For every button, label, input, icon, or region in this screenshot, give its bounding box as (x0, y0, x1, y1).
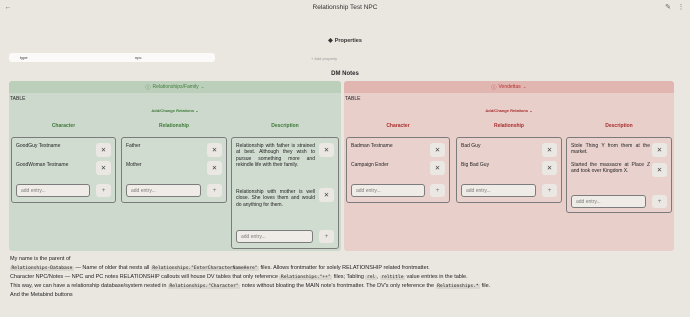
table-label: TABLE (345, 96, 361, 102)
column-header-relationship: Relationship (158, 123, 189, 129)
list-item: Big Bad Guy (461, 162, 490, 168)
add-entry-button[interactable]: + (542, 184, 557, 197)
note-line: Relationships-Database — Name of older t… (10, 265, 430, 271)
remove-entry-button[interactable]: ✕ (96, 143, 111, 157)
list-item: Stole Thing Y from them at the market. (571, 143, 650, 156)
warning-circle-icon: ⓘ (491, 84, 497, 91)
properties-heading[interactable]: ◆ Properties (0, 37, 690, 44)
vendettas-callout-header[interactable]: ⓘ Vendettas ⌄ (344, 81, 674, 93)
remove-entry-button[interactable]: ✕ (96, 161, 111, 175)
add-entry-input[interactable]: add entry... (571, 195, 646, 208)
remove-entry-button[interactable]: ✕ (207, 161, 222, 175)
add-entry-button[interactable]: + (652, 195, 667, 208)
remove-entry-button[interactable]: ✕ (430, 143, 445, 157)
more-options-icon[interactable]: ⋮ (677, 3, 685, 11)
inline-code: Relationships."++" (279, 275, 333, 280)
remove-entry-button[interactable]: ✕ (319, 188, 334, 202)
add-property-button[interactable]: + Add property (311, 56, 337, 61)
page-title: Relationship Test NPC (312, 3, 378, 11)
add-entry-input[interactable]: add entry... (16, 184, 90, 197)
list-item: Relationship with father is strained at … (236, 143, 315, 168)
list-item: Badman Testname (351, 143, 393, 149)
remove-entry-button[interactable]: ✕ (542, 143, 557, 157)
chevron-down-icon: ⌄ (200, 84, 205, 89)
table-label: TABLE (10, 96, 26, 102)
relationships-callout: ⓘ Relationships/Family ⌄ TABLE Add/Chang… (9, 81, 341, 251)
info-circle-icon: ⓘ (145, 84, 151, 91)
note-body: My name is the parent of Relationships-D… (10, 255, 685, 300)
inline-code: rel (365, 275, 377, 280)
remove-entry-button[interactable]: ✕ (207, 143, 222, 157)
add-change-relations-button[interactable]: Add/Change Relations ⌄ (9, 108, 341, 113)
list-item: Bad Guy (461, 143, 481, 149)
remove-entry-button[interactable]: ✕ (542, 161, 557, 175)
add-entry-button[interactable]: + (430, 184, 445, 197)
character-list: Badman Testname ✕ Campaign Ender ✕ add e… (346, 137, 450, 203)
list-item: Campaign Ender (351, 162, 389, 168)
back-arrow-icon[interactable]: ← (4, 3, 12, 11)
dm-notes-heading: DM Notes (331, 71, 359, 77)
add-entry-input[interactable]: add entry... (126, 184, 201, 197)
inline-code: Relationships-Database (10, 266, 74, 271)
column-header-relationship: Relationship (493, 123, 524, 129)
chevron-down-icon: ⌄ (522, 84, 527, 89)
add-entry-input[interactable]: add entry... (236, 230, 313, 243)
list-item: Mother (126, 162, 142, 168)
column-header-description: Description (271, 123, 299, 129)
add-entry-input[interactable]: add entry... (461, 184, 536, 197)
list-item: Started the massacre at Place Z and took… (571, 162, 650, 175)
list-item: Father (126, 143, 141, 149)
list-item: GoodGuy Testname (16, 143, 61, 149)
property-key[interactable]: type (20, 55, 135, 60)
description-list: Stole Thing Y from them at the market. ✕… (566, 137, 672, 213)
add-entry-button[interactable]: + (319, 230, 334, 243)
column-header-character: Character (386, 123, 410, 129)
column-header-character: Character (51, 123, 76, 129)
note-line: Character NPC/Notes — NPC and PC notes R… (10, 274, 468, 280)
inline-code: Relationships."Character" (167, 284, 241, 289)
note-line: My name is the parent of (10, 256, 71, 262)
cube-icon: ◆ (328, 38, 333, 44)
column-header-description: Description (605, 123, 633, 129)
chevron-down-icon: ⌄ (529, 108, 533, 113)
relationship-list: Father ✕ Mother ✕ add entry... + (121, 137, 227, 203)
inline-code: reltitle (379, 275, 405, 280)
title-bar: ← Relationship Test NPC ✎ ⋮ (0, 0, 690, 14)
relationship-list: Bad Guy ✕ Big Bad Guy ✕ add entry... + (456, 137, 562, 203)
note-line: And the Metabind buttons (10, 292, 73, 298)
chevron-down-icon: ⌄ (195, 108, 199, 113)
add-change-relations-button[interactable]: Add/Change Relations ⌄ (344, 108, 674, 113)
remove-entry-button[interactable]: ✕ (652, 163, 667, 177)
remove-entry-button[interactable]: ✕ (652, 143, 667, 157)
remove-entry-button[interactable]: ✕ (430, 161, 445, 175)
add-entry-button[interactable]: + (207, 184, 222, 197)
edit-pencil-icon[interactable]: ✎ (664, 3, 672, 11)
add-entry-button[interactable]: + (96, 184, 111, 197)
inline-code: Relationships.* (435, 284, 481, 289)
list-item: GoodWoman Testname (16, 162, 69, 168)
relationships-callout-header[interactable]: ⓘ Relationships/Family ⌄ (9, 81, 341, 93)
remove-entry-button[interactable]: ✕ (319, 143, 334, 157)
character-list: GoodGuy Testname ✕ GoodWoman Testname ✕ … (11, 137, 116, 203)
add-entry-input[interactable]: add entry... (351, 184, 425, 197)
note-line: This way, we can have a relationship dat… (10, 283, 491, 289)
vendettas-callout: ⓘ Vendettas ⌄ TABLE Add/Change Relations… (344, 81, 674, 251)
inline-code: Relationships."EnterCharacterNameHere" (150, 266, 260, 271)
property-row-type[interactable]: type npc (9, 53, 215, 62)
list-item: Relationship with mother is well close. … (236, 189, 315, 208)
description-list: Relationship with father is strained at … (231, 137, 339, 249)
property-value[interactable]: npc (135, 55, 141, 60)
